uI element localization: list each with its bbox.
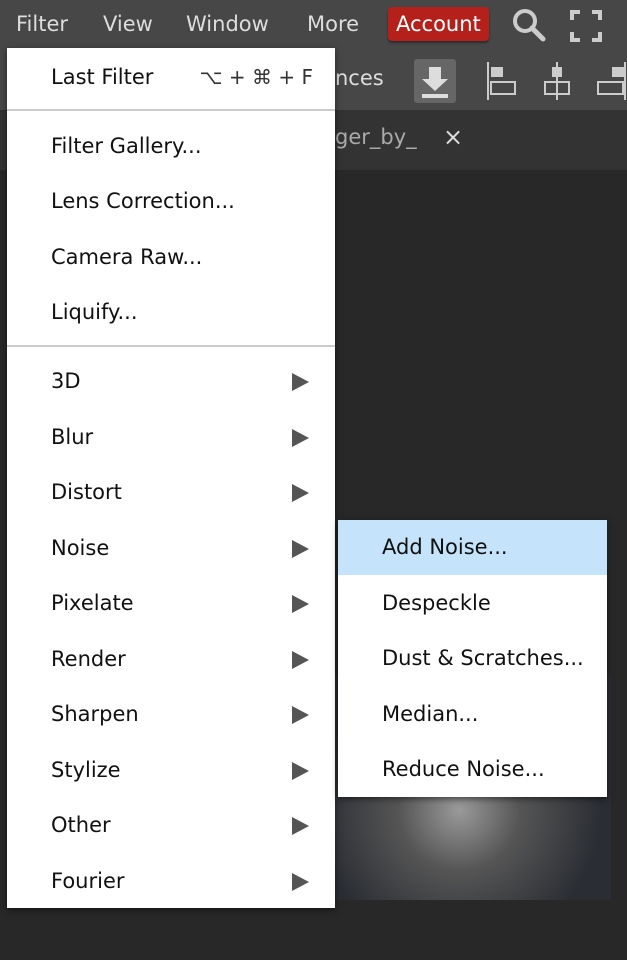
submenu-arrow-icon <box>292 539 309 558</box>
submenu-item-median[interactable]: Median... <box>338 687 607 742</box>
submenu-arrow-icon <box>292 484 309 502</box>
align-right-icon[interactable] <box>596 62 627 100</box>
menu-item-label: Pixelate <box>51 591 134 615</box>
menu-item-label: 3D <box>51 369 81 393</box>
account-button[interactable]: Account <box>388 7 489 41</box>
menu-item-label: Last Filter <box>51 65 154 89</box>
shortcut: ⌥ + ⌘ + F <box>199 65 314 89</box>
menu-filter[interactable]: Filter <box>8 7 76 41</box>
submenu-arrow-icon <box>292 595 309 613</box>
menu-item-liquify[interactable]: Liquify... <box>7 285 335 340</box>
submenu-arrow-icon <box>292 428 309 447</box>
fullscreen-icon[interactable] <box>570 10 602 42</box>
document-tab-title[interactable]: ger_by_ <box>335 125 417 149</box>
filter-menu: Last Filter ⌥ + ⌘ + F Filter Gallery... … <box>7 48 335 908</box>
submenu-arrow-icon <box>292 817 309 835</box>
menu-item-label: Distort <box>51 480 122 504</box>
menu-item-label: Other <box>51 813 111 837</box>
toolbar-label: nces <box>335 66 384 90</box>
submenu-arrow-icon <box>292 706 309 724</box>
submenu-arrow-icon <box>292 650 309 669</box>
menu-item-label: Stylize <box>51 757 121 782</box>
submenu-arrow-icon <box>292 373 309 391</box>
menu-item-distort[interactable]: Distort <box>7 465 335 520</box>
menu-bar: Filter View Window More Account <box>0 0 627 48</box>
submenu-arrow-icon <box>292 872 309 891</box>
menu-item-fourier[interactable]: Fourier <box>7 854 335 909</box>
menu-item-blur[interactable]: Blur <box>7 410 335 465</box>
close-tab-icon[interactable]: × <box>443 123 463 151</box>
menu-window[interactable]: Window <box>178 7 277 41</box>
menu-item-noise[interactable]: Noise <box>7 521 335 576</box>
align-left-icon[interactable] <box>486 62 518 100</box>
separator <box>7 345 335 347</box>
menu-item-render[interactable]: Render <box>7 632 335 687</box>
menu-more[interactable]: More <box>299 7 367 41</box>
menu-item-label: Noise <box>51 535 110 560</box>
menu-item-3d[interactable]: 3D <box>7 354 335 409</box>
separator <box>7 109 335 111</box>
download-button[interactable] <box>414 59 456 103</box>
menu-item-label: Render <box>51 646 126 671</box>
submenu-item-dust-scratches[interactable]: Dust & Scratches... <box>338 631 607 686</box>
noise-submenu: Add Noise... Despeckle Dust & Scratches.… <box>338 520 607 797</box>
align-center-icon[interactable] <box>542 62 572 100</box>
submenu-arrow-icon <box>292 761 309 780</box>
submenu-item-add-noise[interactable]: Add Noise... <box>338 520 607 575</box>
submenu-item-reduce-noise[interactable]: Reduce Noise... <box>338 742 607 797</box>
search-icon[interactable] <box>510 6 548 44</box>
menu-item-camera-raw[interactable]: Camera Raw... <box>7 230 335 285</box>
menu-view[interactable]: View <box>95 7 161 41</box>
menu-item-label: Sharpen <box>51 702 139 726</box>
menu-item-sharpen[interactable]: Sharpen <box>7 687 335 742</box>
menu-item-lens-correction[interactable]: Lens Correction... <box>7 174 335 229</box>
download-icon <box>422 67 448 98</box>
menu-item-filter-gallery[interactable]: Filter Gallery... <box>7 119 335 174</box>
menu-item-pixelate[interactable]: Pixelate <box>7 576 335 631</box>
menu-item-other[interactable]: Other <box>7 798 335 853</box>
menu-item-stylize[interactable]: Stylize <box>7 743 335 798</box>
menu-item-label: Fourier <box>51 868 125 893</box>
menu-item-last-filter[interactable]: Last Filter ⌥ + ⌘ + F <box>7 50 335 105</box>
menu-item-label: Blur <box>51 424 94 449</box>
submenu-item-despeckle[interactable]: Despeckle <box>338 576 607 631</box>
